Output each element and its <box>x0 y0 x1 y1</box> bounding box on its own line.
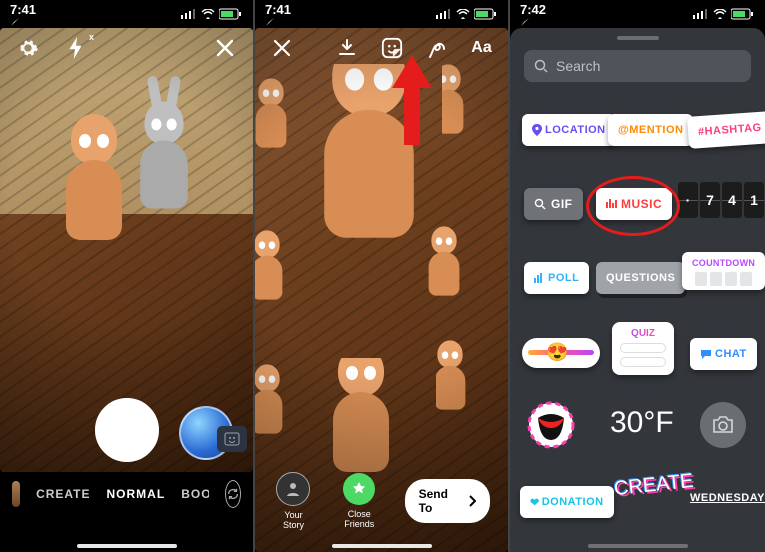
poll-sticker[interactable]: POLL <box>524 262 589 294</box>
mode-boomerang[interactable]: BOOMERANG <box>181 487 209 501</box>
search-icon <box>534 198 546 210</box>
sticker-panel: Search LOCATION @MENTION #HASHTAG <box>510 28 765 552</box>
location-arrow-icon <box>520 17 530 27</box>
share-bar: Your Story Close Friends Send To <box>255 472 508 530</box>
annotation-circle <box>586 176 680 236</box>
text-button[interactable]: Aa <box>469 34 494 62</box>
camera-icon <box>712 416 734 434</box>
status-time: 7:41 <box>10 2 36 27</box>
status-icons <box>693 8 755 20</box>
temperature-sticker[interactable]: 30°F <box>610 406 674 440</box>
chevron-right-icon <box>468 495 476 507</box>
signal-icon <box>693 9 709 19</box>
status-bar: 7:42 <box>510 0 765 28</box>
mode-create[interactable]: CREATE <box>36 487 90 501</box>
screen-edit: 7:41 <box>255 0 508 552</box>
create-sticker[interactable]: CREATE <box>613 470 695 501</box>
status-icons <box>436 8 498 20</box>
sticker-search[interactable]: Search <box>524 50 751 82</box>
download-icon <box>337 38 357 58</box>
close-icon <box>272 38 292 58</box>
avatar-icon <box>276 472 310 506</box>
pin-icon <box>532 124 542 136</box>
send-to-button[interactable]: Send To <box>405 479 490 523</box>
location-sticker[interactable]: LOCATION <box>522 114 616 146</box>
location-arrow-icon <box>265 17 275 27</box>
time-sticker[interactable]: · 7 4 1 <box>678 182 764 218</box>
battery-icon <box>219 8 243 20</box>
search-icon <box>534 59 548 73</box>
quiz-sticker[interactable]: QUIZ <box>612 322 674 375</box>
your-story-button[interactable]: Your Story <box>273 472 314 530</box>
heart-icon: ❤ <box>530 496 540 509</box>
mouth-icon <box>526 400 576 450</box>
weekday-sticker[interactable]: WEDNESDAY <box>690 488 765 506</box>
star-icon <box>343 473 375 505</box>
location-arrow-icon <box>10 17 20 27</box>
status-icons <box>181 8 243 20</box>
countdown-sticker[interactable]: COUNTDOWN <box>682 252 765 290</box>
shutter-button[interactable] <box>95 398 159 462</box>
person-icon <box>285 481 301 497</box>
annotation-arrow <box>387 50 437 150</box>
wifi-icon <box>201 9 215 19</box>
save-button[interactable] <box>334 34 359 62</box>
wifi-icon <box>456 9 470 19</box>
close-button[interactable] <box>269 34 294 62</box>
camera-sticker[interactable] <box>700 402 746 448</box>
switch-camera-icon <box>226 487 240 501</box>
close-button[interactable] <box>211 34 239 62</box>
close-friends-button[interactable]: Close Friends <box>332 473 387 529</box>
mention-sticker[interactable]: @MENTION <box>608 114 693 146</box>
signal-icon <box>181 9 197 19</box>
edit-toolbar: Aa <box>255 34 508 62</box>
poll-icon <box>534 273 544 283</box>
flash-icon <box>67 37 85 59</box>
settings-button[interactable] <box>14 34 42 62</box>
battery-icon <box>474 8 498 20</box>
battery-icon <box>731 8 755 20</box>
camera-toolbar: x <box>0 34 253 62</box>
text-icon: Aa <box>471 39 491 57</box>
home-indicator <box>77 544 177 548</box>
selfie-mouth-sticker[interactable] <box>526 400 576 450</box>
signal-icon <box>436 9 452 19</box>
flash-badge: x <box>89 32 94 42</box>
capture-modes: CREATE NORMAL BOOMERANG <box>0 472 253 516</box>
chat-sticker[interactable]: CHAT <box>690 338 757 370</box>
gear-icon <box>17 37 39 59</box>
search-placeholder: Search <box>556 58 600 74</box>
status-bar: 7:41 <box>255 0 508 28</box>
mode-normal[interactable]: NORMAL <box>107 487 166 501</box>
switch-camera-button[interactable] <box>225 480 241 508</box>
emoji-slider-sticker[interactable] <box>522 338 600 368</box>
wifi-icon <box>713 9 727 19</box>
home-indicator <box>332 544 432 548</box>
home-indicator <box>588 544 688 548</box>
face-icon <box>224 432 240 446</box>
status-time: 7:42 <box>520 2 546 27</box>
flash-button[interactable]: x <box>62 34 90 62</box>
status-time: 7:41 <box>265 2 291 27</box>
questions-sticker[interactable]: QUESTIONS <box>596 262 685 294</box>
status-bar: 7:41 <box>0 0 253 28</box>
donation-sticker[interactable]: ❤ DONATION <box>520 486 614 518</box>
screen-stickers: 7:42 Search LOCATION @MENTION <box>510 0 765 552</box>
hashtag-sticker[interactable]: #HASHTAG <box>687 111 765 149</box>
sticker-grid[interactable]: LOCATION @MENTION #HASHTAG GIF MUSIC <box>510 98 765 552</box>
chat-icon <box>700 349 712 359</box>
close-icon <box>215 38 235 58</box>
gallery-thumbnail[interactable] <box>12 481 20 507</box>
panel-grip[interactable] <box>617 36 659 40</box>
screen-camera: 7:41 x <box>0 0 253 552</box>
face-filters-button[interactable] <box>217 426 247 452</box>
gif-sticker[interactable]: GIF <box>524 188 583 220</box>
